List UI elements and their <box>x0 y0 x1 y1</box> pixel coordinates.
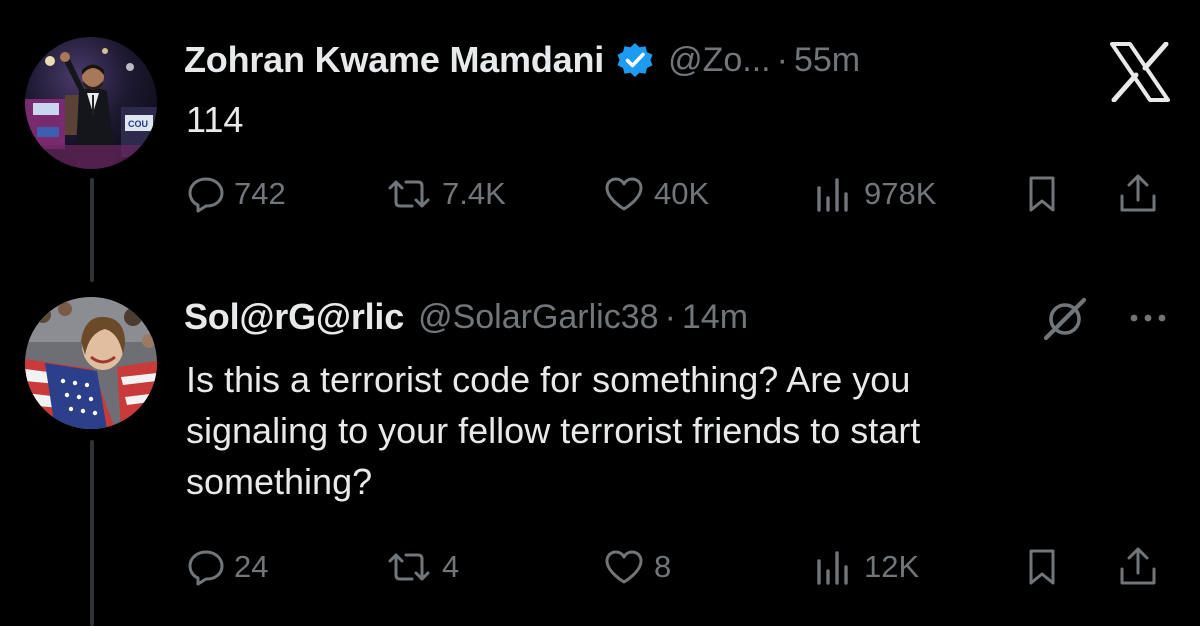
author-avatar-2[interactable] <box>25 297 157 429</box>
bookmark-icon[interactable] <box>1022 174 1062 219</box>
tweet-header-1: Zohran Kwame Mamdani @Zo... · 55m <box>184 35 860 85</box>
tweet-text-2: Is this a terrorist code for something? … <box>186 354 920 507</box>
grok-icon[interactable] <box>1040 294 1090 349</box>
separator-dot: · <box>776 40 788 79</box>
author-handle[interactable]: @Zo... <box>668 41 771 80</box>
views-icon <box>817 178 848 212</box>
reply-count: 742 <box>234 176 286 211</box>
tweet-text-line: 114 <box>186 99 244 140</box>
post-time[interactable]: 14m <box>682 298 748 337</box>
separator-dot: · <box>664 297 676 336</box>
retweet-count: 4 <box>442 549 460 584</box>
verified-badge-icon <box>616 41 654 79</box>
reply-count: 24 <box>234 549 269 584</box>
like-button[interactable]: 8 <box>602 545 671 589</box>
author-handle[interactable]: @SolarGarlic38 <box>418 298 659 337</box>
retweet-button[interactable]: 4 <box>384 545 459 589</box>
reply-icon <box>188 177 224 213</box>
author-name[interactable]: Zohran Kwame Mamdani <box>184 39 604 81</box>
retweet-icon <box>388 553 430 581</box>
bookmark-icon[interactable] <box>1022 547 1062 592</box>
reply-icon <box>188 550 224 586</box>
views-button[interactable]: 12K <box>812 545 919 589</box>
more-options-icon[interactable] <box>1126 300 1170 341</box>
author-avatar-1[interactable]: COU <box>25 37 157 169</box>
post-time[interactable]: 55m <box>794 41 860 80</box>
author-name[interactable]: Sol@rG@rlic <box>184 296 404 338</box>
tweet-text-1: 114 <box>186 94 243 145</box>
like-count: 40K <box>654 176 710 211</box>
views-count: 978K <box>864 176 937 211</box>
tweet-text-line: signaling to your fellow terrorist frien… <box>186 410 921 451</box>
like-button[interactable]: 40K <box>602 172 709 216</box>
thread-line-bottom <box>90 440 94 626</box>
x-logo-icon <box>1108 41 1172 103</box>
tweet-header-2: Sol@rG@rlic @SolarGarlic38 · 14m <box>184 292 748 342</box>
tweet-text-line: Is this a terrorist code for something? … <box>186 359 911 400</box>
views-count: 12K <box>864 549 920 584</box>
reply-button[interactable]: 742 <box>186 172 286 216</box>
retweet-icon <box>388 180 430 208</box>
views-button[interactable]: 978K <box>812 172 936 216</box>
share-icon[interactable] <box>1116 172 1160 221</box>
thread-line-top <box>90 178 94 282</box>
retweet-count: 7.4K <box>442 176 506 211</box>
share-icon[interactable] <box>1116 545 1160 594</box>
svg-text:COU: COU <box>128 119 148 129</box>
like-count: 8 <box>654 549 672 584</box>
heart-icon <box>605 550 643 584</box>
retweet-button[interactable]: 7.4K <box>384 172 506 216</box>
tweet-text-line: something? <box>186 461 373 502</box>
views-icon <box>817 551 848 585</box>
reply-button[interactable]: 24 <box>186 545 268 589</box>
heart-icon <box>605 177 643 211</box>
